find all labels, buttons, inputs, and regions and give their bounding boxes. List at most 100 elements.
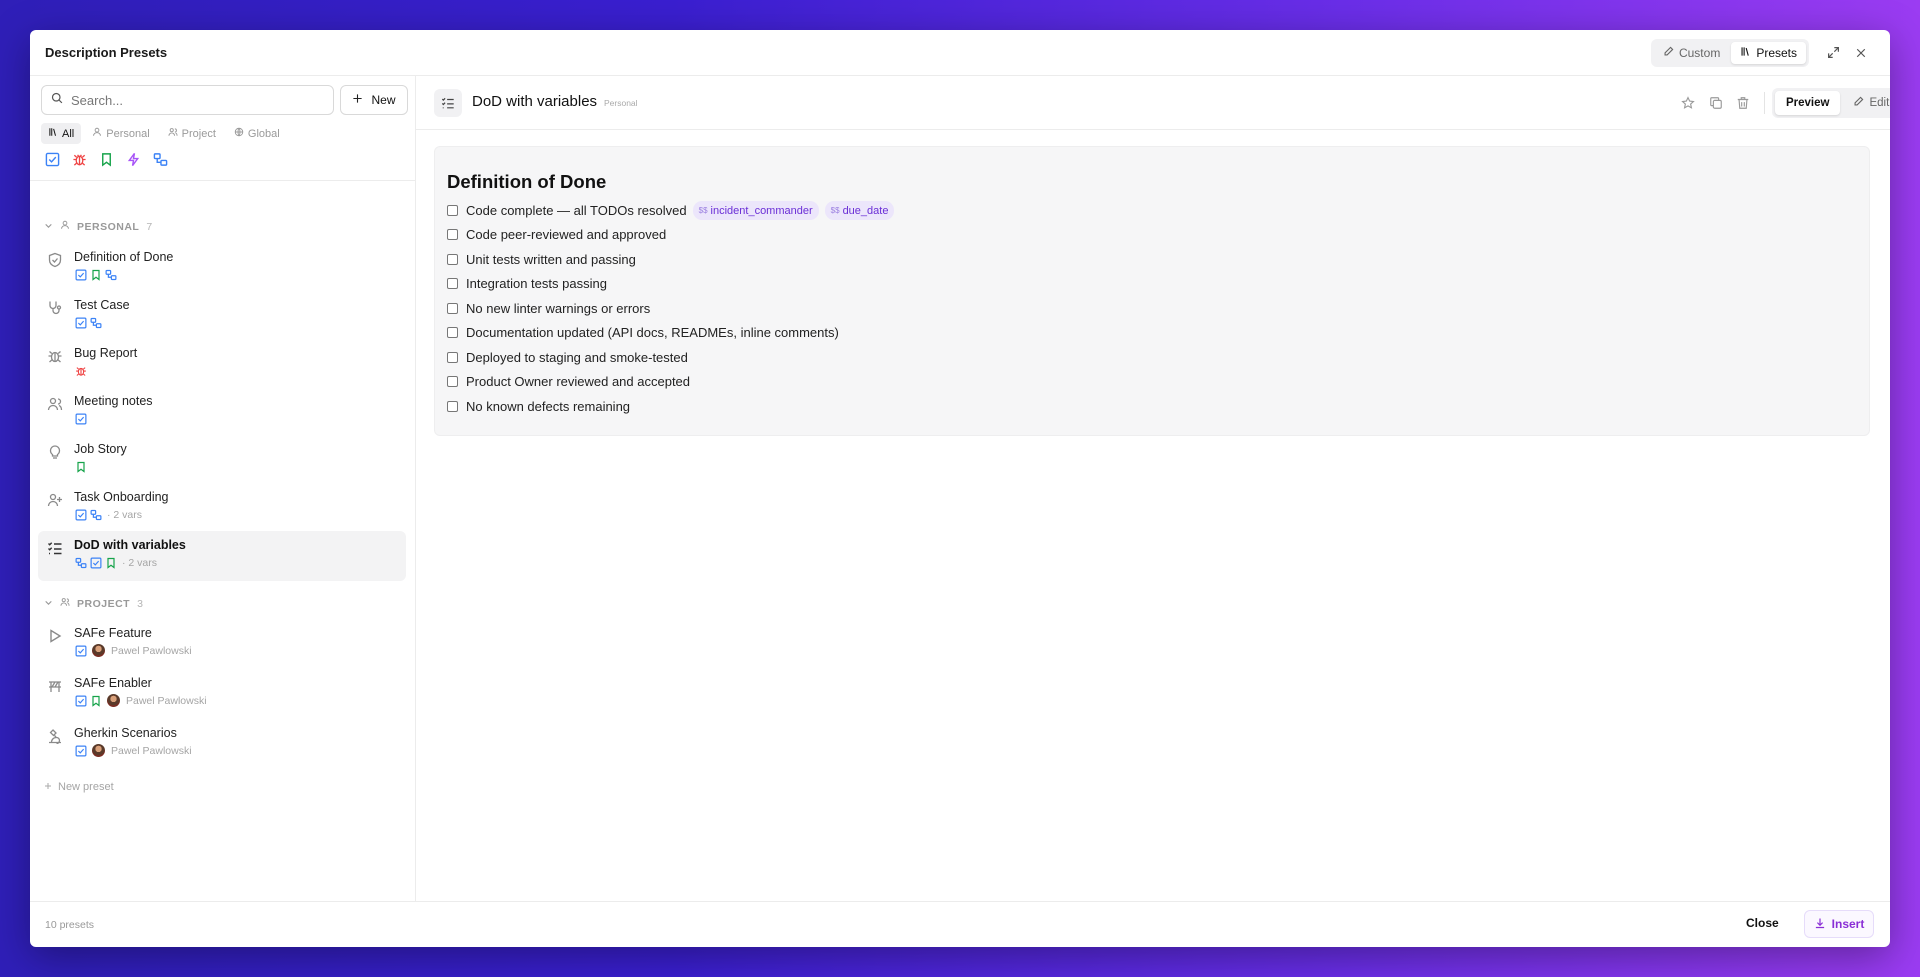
bug-icon[interactable]	[71, 151, 88, 168]
preset-item-safe-enabler[interactable]: SAFe Enabler Pawel Pawlowski	[38, 669, 406, 717]
preset-meta: Pawel Pawlowski	[74, 694, 207, 707]
checklist-item: Code peer-reviewed and approved	[447, 227, 666, 242]
preset-meta	[74, 412, 87, 425]
checkbox[interactable]	[447, 254, 458, 265]
user-plus-icon	[47, 492, 64, 509]
checkbox-icon	[74, 316, 87, 329]
pencil-icon	[1853, 96, 1864, 110]
mode-switch: Custom Presets	[1650, 38, 1809, 67]
close-button[interactable]: Close	[1746, 916, 1779, 930]
search-input[interactable]	[71, 92, 324, 108]
checklist-item: Deployed to staging and smoke-tested	[447, 350, 688, 365]
preset-item-gherkin-scenarios[interactable]: Gherkin Scenarios Pawel Pawlowski	[38, 719, 406, 767]
tab-edit[interactable]: Edit	[1842, 91, 1890, 115]
new-preset-link[interactable]: New preset	[44, 781, 114, 793]
checklist-item: Product Owner reviewed and accepted	[447, 374, 690, 389]
close-icon[interactable]	[1847, 39, 1875, 67]
group-personal-label: PERSONAL	[77, 220, 140, 233]
detail-header: DoD with variables Personal Preview Edit	[416, 76, 1890, 130]
group-project-count: 3	[137, 597, 144, 610]
checkbox-icon[interactable]	[44, 151, 61, 168]
avatar	[92, 744, 105, 757]
checkbox[interactable]	[447, 376, 458, 387]
variable-prefix: $$	[830, 206, 840, 215]
expand-icon[interactable]	[1819, 39, 1847, 67]
preset-vars-count: · 2 vars	[107, 508, 143, 521]
modal-title: Description Presets	[45, 45, 168, 60]
trash-icon[interactable]	[1733, 93, 1753, 113]
chevron-down-icon	[44, 598, 53, 610]
users-icon	[47, 396, 64, 413]
checkbox[interactable]	[447, 401, 458, 412]
link-icon[interactable]	[152, 151, 169, 168]
preset-name: Meeting notes	[74, 394, 153, 408]
list-check-icon	[47, 540, 64, 557]
user-icon	[60, 220, 70, 233]
checkbox[interactable]	[447, 278, 458, 289]
tab-presets[interactable]: Presets	[1731, 41, 1806, 64]
filter-global[interactable]: Global	[227, 123, 287, 144]
checklist-item: No known defects remaining	[447, 399, 630, 414]
preset-item-job-story[interactable]: Job Story	[38, 435, 406, 483]
preset-meta	[74, 364, 87, 377]
modal-header: Description Presets Custom Presets	[30, 30, 1890, 76]
checkbox[interactable]	[447, 303, 458, 314]
tab-custom[interactable]: Custom	[1654, 42, 1729, 64]
preset-item-test-case[interactable]: Test Case	[38, 291, 406, 339]
duplicate-icon[interactable]	[1706, 93, 1726, 113]
filter-all-label: All	[62, 127, 75, 140]
preset-meta: · 2 vars	[74, 556, 157, 569]
checklist-item-text: Documentation updated (API docs, READMEs…	[466, 325, 839, 340]
preset-name: Bug Report	[74, 346, 138, 360]
preset-item-definition-of-done[interactable]: Definition of Done	[38, 243, 406, 291]
preset-name: Definition of Done	[74, 250, 174, 264]
star-icon[interactable]	[1678, 93, 1698, 113]
variable-name: due_date	[842, 204, 889, 217]
variable-chip[interactable]: $$ due_date	[824, 201, 895, 220]
preset-name: SAFe Enabler	[74, 676, 152, 690]
checkbox[interactable]	[447, 205, 458, 216]
variable-chip[interactable]: $$ incident_commander	[692, 201, 819, 220]
users-icon	[168, 127, 178, 140]
new-button[interactable]: New	[340, 85, 408, 115]
new-preset-label: New preset	[58, 781, 114, 793]
filter-personal[interactable]: Personal	[85, 123, 156, 144]
download-icon	[1814, 917, 1826, 932]
checkbox-icon	[74, 508, 87, 521]
checklist-item-text: Code peer-reviewed and approved	[466, 227, 667, 242]
new-button-label: New	[371, 93, 396, 107]
group-personal-header[interactable]: PERSONAL 7	[44, 220, 153, 233]
bolt-icon[interactable]	[125, 151, 142, 168]
checkbox[interactable]	[447, 327, 458, 338]
preset-name: SAFe Feature	[74, 626, 152, 640]
preset-title: DoD with variables	[472, 93, 598, 110]
filter-all[interactable]: All	[41, 123, 82, 144]
preset-item-dod-with-variables[interactable]: DoD with variables · 2 vars	[38, 531, 406, 581]
tab-presets-label: Presets	[1756, 45, 1797, 60]
preset-vars-count: · 2 vars	[122, 556, 158, 569]
checklist-item-text: Product Owner reviewed and accepted	[466, 374, 691, 389]
scope-filters: All Personal Project Global	[41, 123, 287, 144]
signpost-icon	[47, 678, 64, 695]
link-icon	[104, 268, 117, 281]
bookmark-icon[interactable]	[98, 151, 115, 168]
checkbox[interactable]	[447, 352, 458, 363]
pencil-icon	[1663, 46, 1674, 60]
insert-button[interactable]: Insert	[1804, 910, 1874, 938]
link-icon	[89, 316, 102, 329]
shield-check-icon	[47, 252, 64, 269]
tab-edit-label: Edit	[1869, 97, 1890, 109]
group-project-header[interactable]: PROJECT 3	[44, 597, 143, 610]
group-project-label: PROJECT	[77, 597, 131, 610]
preset-item-meeting-notes[interactable]: Meeting notes	[38, 387, 406, 435]
preset-item-safe-feature[interactable]: SAFe Feature Pawel Pawlowski	[38, 619, 406, 667]
tab-preview[interactable]: Preview	[1775, 91, 1841, 115]
bookmark-icon	[89, 694, 102, 707]
filter-project[interactable]: Project	[161, 123, 223, 144]
preset-item-task-onboarding[interactable]: Task Onboarding · 2 vars	[38, 483, 406, 531]
preset-item-bug-report[interactable]: Bug Report	[38, 339, 406, 387]
microscope-icon	[47, 728, 64, 745]
scope-badge: Personal	[604, 98, 638, 108]
preset-meta	[74, 316, 102, 329]
checkbox[interactable]	[447, 229, 458, 240]
